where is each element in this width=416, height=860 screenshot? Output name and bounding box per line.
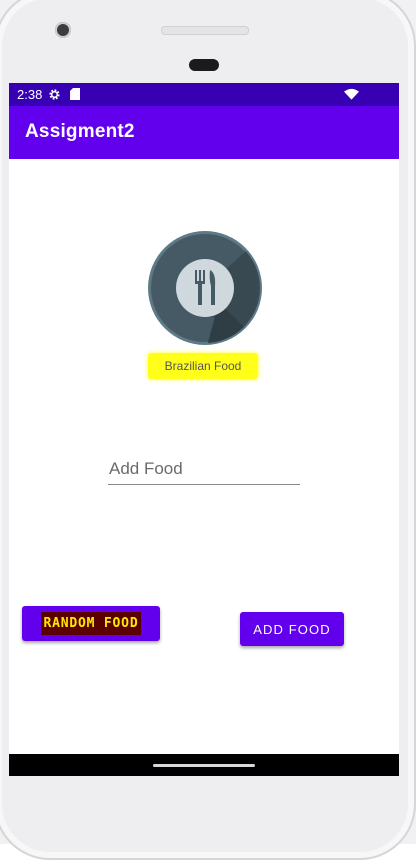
add-food-button[interactable]: ADD FOOD (240, 612, 344, 646)
proximity-sensor (189, 59, 219, 71)
add-food-input[interactable] (108, 454, 300, 485)
home-gesture-handle[interactable] (153, 764, 255, 767)
status-time: 2:38 (17, 87, 43, 102)
fork-knife-icon (148, 231, 262, 345)
random-food-button[interactable]: RANDOM FOOD (22, 606, 160, 641)
device-frame: 2:38 Assigment2 Brazilian Food Add Food … (0, 0, 416, 860)
front-camera (55, 22, 71, 38)
sd-card-icon (70, 88, 80, 100)
app-title: Assigment2 (25, 121, 135, 142)
navigation-bar (9, 754, 399, 776)
phone-screen: 2:38 Assigment2 Brazilian Food Add Food … (9, 83, 399, 776)
wifi-icon (344, 88, 359, 100)
earpiece-speaker (161, 26, 249, 35)
gear-icon (49, 89, 60, 100)
food-name-label: Brazilian Food (148, 353, 258, 379)
app-bar: Assigment2 (9, 106, 399, 159)
random-food-label: RANDOM FOOD (40, 612, 142, 635)
status-bar: 2:38 (9, 83, 399, 106)
